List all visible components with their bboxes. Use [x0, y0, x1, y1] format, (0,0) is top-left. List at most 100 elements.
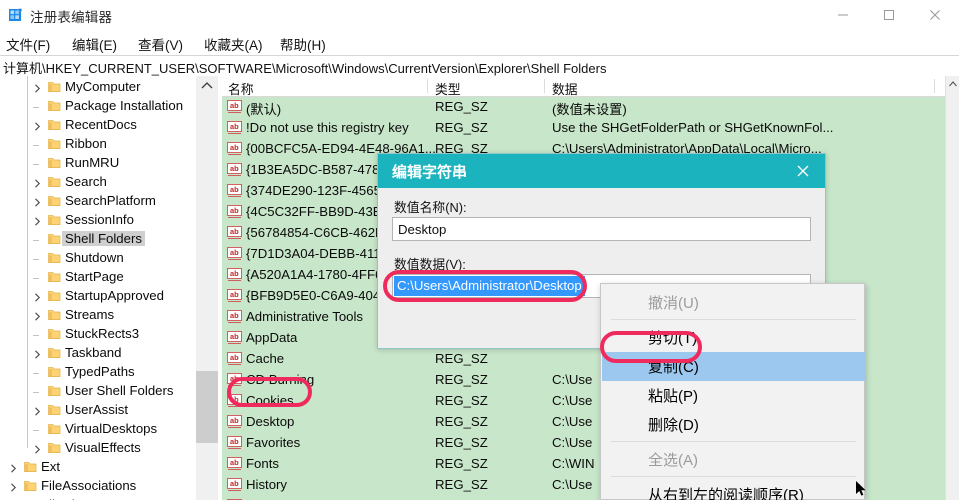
tree-item-label: Ext	[41, 459, 61, 474]
tree-item-label: Package Installation	[65, 98, 184, 113]
column-header-name[interactable]: 名称	[228, 79, 254, 98]
tree-item-startpage[interactable]: StartPage	[0, 268, 196, 287]
context-menu-item-6[interactable]: 从右到左的阅读顺序(R)	[602, 480, 865, 500]
context-menu-item-label: 撤消(U)	[648, 295, 699, 312]
context-menu-item-5: 全选(A)	[602, 445, 865, 474]
folder-icon	[48, 157, 61, 169]
column-divider-3[interactable]	[934, 79, 935, 93]
value-name-cell: {56784854-C6CB-462B...	[246, 225, 395, 240]
tree-item-label: Ribbon	[65, 136, 107, 151]
value-name-input[interactable]	[392, 217, 811, 241]
tree-item-shutdown[interactable]: Shutdown	[0, 249, 196, 268]
column-header-data[interactable]: 数据	[552, 79, 578, 98]
context-menu-item-label: 复制(C)	[648, 359, 699, 376]
svg-text:ab: ab	[230, 395, 239, 404]
tree-item-virtualdesktops[interactable]: VirtualDesktops	[0, 420, 196, 439]
folder-icon	[48, 328, 61, 340]
menu-help[interactable]: 帮助(H)	[277, 32, 329, 56]
menu-edit[interactable]: 编辑(E)	[69, 32, 120, 56]
tree-item-label: MyComputer	[65, 79, 141, 94]
table-row[interactable]: ab !Do not use this registry key REG_SZ Use…	[222, 118, 945, 139]
string-value-icon: ab	[227, 100, 242, 114]
value-name-cell: AppData	[246, 330, 298, 345]
chevron-right-icon[interactable]	[32, 82, 43, 93]
tree-item-stuckrects3[interactable]: StuckRects3	[0, 325, 196, 344]
address-bar[interactable]: 计算机\HKEY_CURRENT_USER\SOFTWARE\Microsoft…	[0, 55, 959, 77]
menu-file[interactable]: 文件(F)	[3, 32, 53, 56]
context-menu-item-4[interactable]: 删除(D)	[602, 410, 865, 439]
minimize-button[interactable]	[820, 0, 866, 30]
tree-item-label: Shutdown	[65, 250, 124, 265]
tree-item-fileassociations[interactable]: FileAssociations	[0, 477, 196, 496]
tree-item-typedpaths[interactable]: TypedPaths	[0, 363, 196, 382]
tree-item-user-shell-folders[interactable]: User Shell Folders	[0, 382, 196, 401]
dialog-close-button[interactable]	[781, 154, 825, 188]
tree-item-package-installation[interactable]: Package Installation	[0, 97, 196, 116]
value-name-cell: Fonts	[246, 456, 279, 471]
tree-item-mycomputer[interactable]: MyComputer	[0, 78, 196, 97]
tree-item-ext[interactable]: Ext	[0, 458, 196, 477]
tree-item-label: StartupApproved	[65, 288, 164, 303]
menu-favorites[interactable]: 收藏夹(A)	[201, 32, 266, 56]
column-divider-2[interactable]	[544, 79, 545, 93]
context-menu-item-1[interactable]: 剪切(T)	[602, 323, 865, 352]
tree-item-label: FileAssociations	[41, 478, 137, 493]
close-button[interactable]	[912, 0, 958, 30]
tree-item-label: TypedPaths	[65, 364, 135, 379]
folder-icon	[48, 347, 61, 359]
chevron-right-icon[interactable]	[8, 462, 19, 473]
chevron-right-icon[interactable]	[32, 196, 43, 207]
chevron-right-icon[interactable]	[32, 348, 43, 359]
chevron-right-icon[interactable]	[32, 291, 43, 302]
chevron-right-icon[interactable]	[8, 481, 19, 492]
svg-text:ab: ab	[230, 458, 239, 467]
chevron-right-icon[interactable]	[32, 177, 43, 188]
chevron-right-icon[interactable]	[32, 443, 43, 454]
menu-view[interactable]: 查看(V)	[135, 32, 186, 56]
value-data-cell: Use the SHGetFolderPath or SHGetKnownFol…	[552, 120, 834, 135]
value-data-selected-text[interactable]: C:\Users\Administrator\Desktop	[394, 276, 585, 296]
value-name-cell: Desktop	[246, 414, 295, 429]
tree-item-label: StuckRects3	[65, 326, 140, 341]
chevron-right-icon[interactable]	[32, 405, 43, 416]
mouse-cursor	[856, 481, 868, 499]
tree-item-ribbon[interactable]: Ribbon	[0, 135, 196, 154]
value-name-label: 数值名称(N):	[394, 200, 467, 215]
maximize-button[interactable]	[866, 0, 912, 30]
column-header-type[interactable]: 类型	[435, 79, 461, 98]
tree-item-shell-folders[interactable]: Shell Folders	[0, 230, 196, 249]
tree-item-recentdocs[interactable]: RecentDocs	[0, 116, 196, 135]
tree-item-sessioninfo[interactable]: SessionInfo	[0, 211, 196, 230]
tree-item-runmru[interactable]: RunMRU	[0, 154, 196, 173]
tree-scroll-thumb[interactable]	[196, 371, 218, 443]
tree-item-userassist[interactable]: UserAssist	[0, 401, 196, 420]
string-value-icon: ab	[227, 478, 242, 492]
value-type-cell: REG_SZ	[435, 372, 488, 387]
value-name-cell: {A520A1A4-1780-4FF6...	[246, 267, 394, 282]
tree-item-filehistory[interactable]: FileHistory	[0, 496, 196, 500]
tree-item-taskband[interactable]: Taskband	[0, 344, 196, 363]
registry-tree[interactable]: MyComputer Package Installation RecentDocs…	[0, 76, 196, 500]
list-vertical-scrollbar[interactable]	[945, 76, 959, 500]
context-menu-item-label: 剪切(T)	[648, 330, 698, 347]
tree-item-searchplatform[interactable]: SearchPlatform	[0, 192, 196, 211]
list-scroll-up-arrow[interactable]	[946, 76, 959, 92]
table-row[interactable]: ab (默认) REG_SZ (数值未设置)	[222, 97, 945, 118]
text-context-menu[interactable]: 撤消(U) 剪切(T) 复制(C) 粘贴(P) 删除(D) 全选(A) 从右到左的阅读顺序(…	[600, 283, 865, 500]
context-menu-item-3[interactable]: 粘贴(P)	[602, 381, 865, 410]
tree-item-visualeffects[interactable]: VisualEffects	[0, 439, 196, 458]
tree-item-startupapproved[interactable]: StartupApproved	[0, 287, 196, 306]
context-menu-item-2[interactable]: 复制(C)	[602, 352, 865, 381]
tree-item-streams[interactable]: Streams	[0, 306, 196, 325]
value-name-cell: Favorites	[246, 435, 301, 450]
tree-scroll-up-arrow[interactable]	[196, 76, 218, 96]
column-divider-1[interactable]	[427, 79, 428, 93]
chevron-right-icon[interactable]	[32, 310, 43, 321]
chevron-right-icon[interactable]	[32, 215, 43, 226]
tree-item-label: SearchPlatform	[65, 193, 156, 208]
tree-vertical-scrollbar[interactable]	[196, 76, 218, 500]
folder-icon	[48, 366, 61, 378]
tree-item-search[interactable]: Search	[0, 173, 196, 192]
chevron-right-icon[interactable]	[32, 120, 43, 131]
tree-item-label: Streams	[65, 307, 115, 322]
